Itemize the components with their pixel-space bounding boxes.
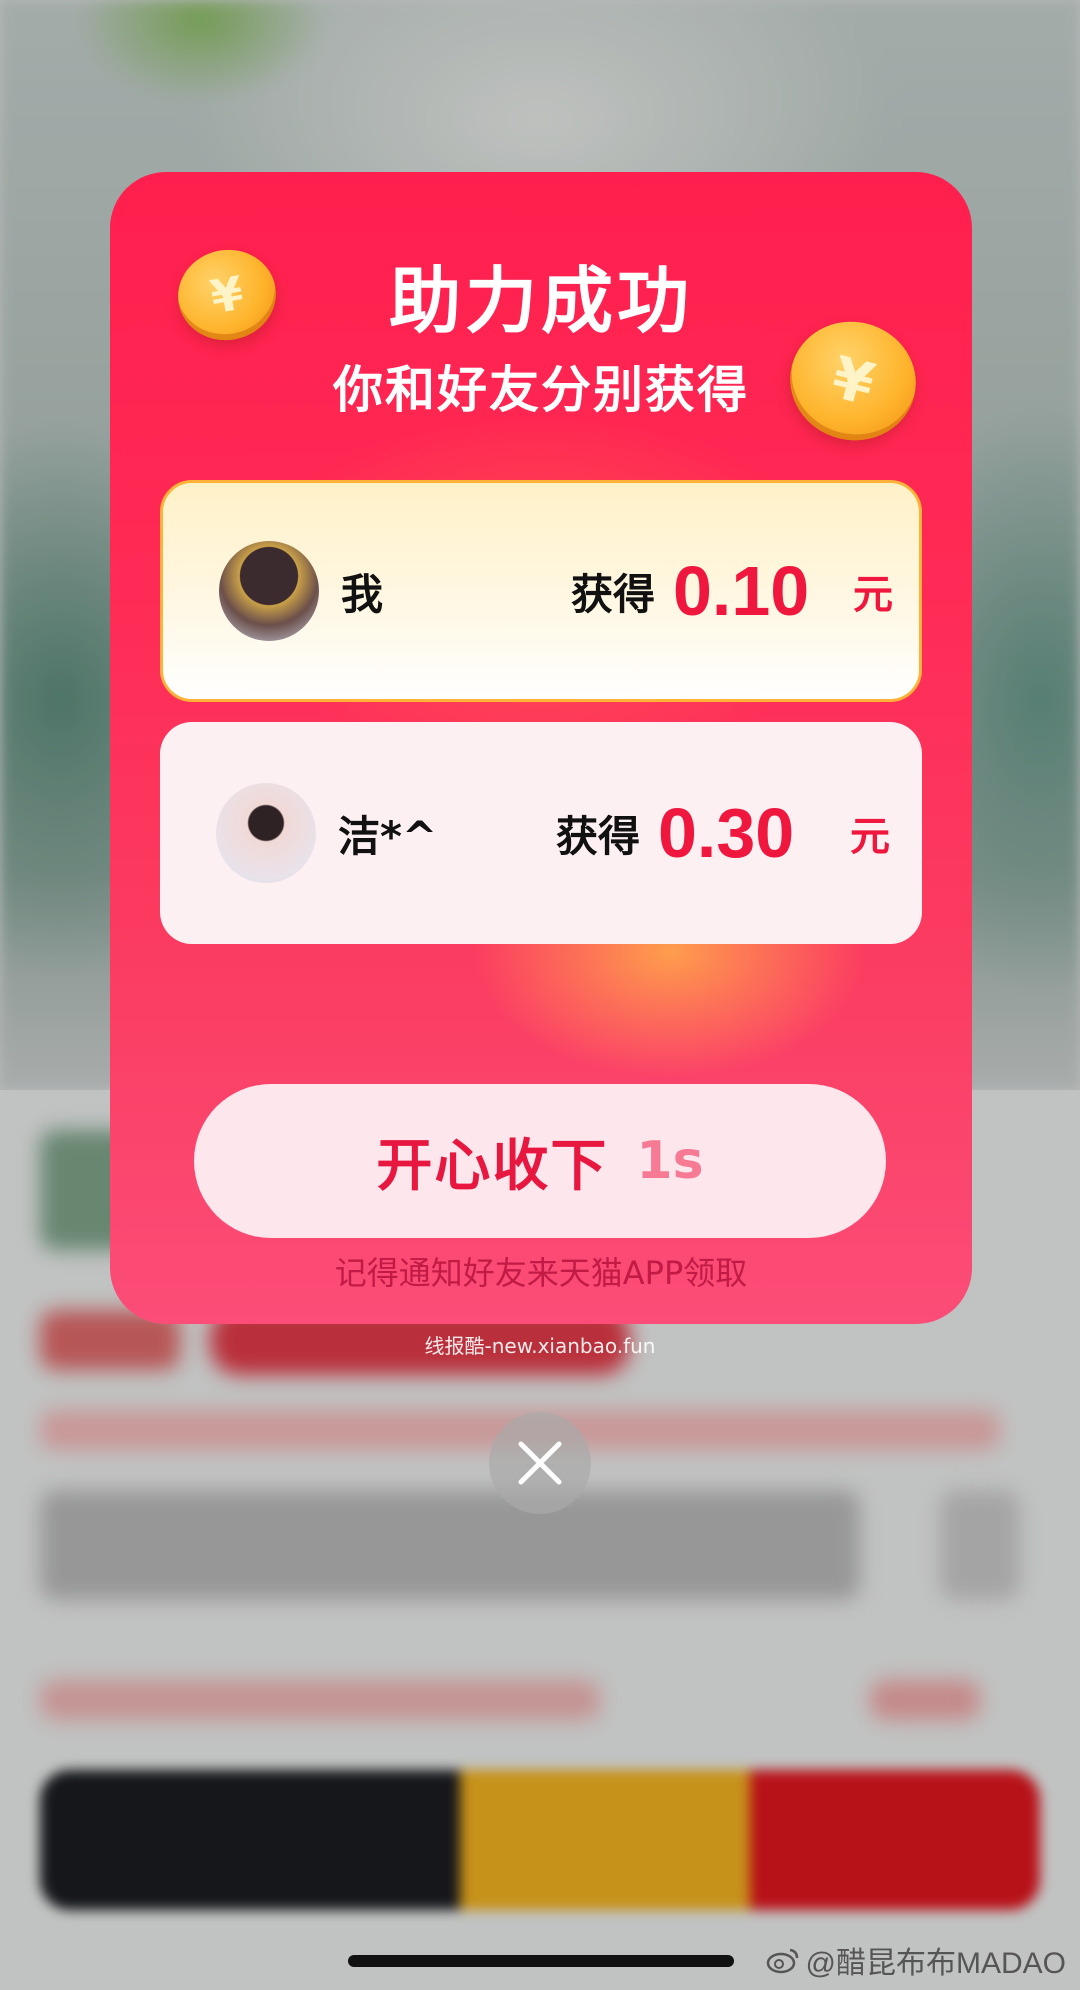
weibo-logo-icon	[766, 1948, 798, 1974]
accept-button[interactable]: 开心收下 1s	[194, 1084, 886, 1238]
popup-subtitle: 你和好友分别获得	[333, 361, 749, 419]
reward-unit: 元	[850, 814, 890, 860]
reward-row-me: 我 获得 0.10 元	[160, 480, 922, 702]
claim-reminder-text: 记得通知好友来天猫APP领取	[334, 1254, 748, 1292]
close-button[interactable]	[489, 1412, 591, 1514]
close-icon	[518, 1441, 562, 1485]
reward-row-friend: 洁*^ 获得 0.30 元	[160, 722, 922, 944]
reward-gain-label: 获得	[571, 569, 656, 619]
accept-countdown: 1s	[636, 1131, 704, 1191]
avatar	[216, 783, 316, 883]
reward-name: 洁*^	[338, 811, 438, 861]
weibo-username: @醋昆布布MADAO	[805, 1947, 1066, 1980]
reward-name: 我	[341, 569, 384, 619]
weibo-watermark: @醋昆布布MADAO	[766, 1938, 1066, 1982]
reward-gain-label: 获得	[556, 811, 641, 861]
reward-unit: 元	[853, 572, 893, 618]
assist-success-popup: ¥ ¥ 助力成功 你和好友分别获得 我 获得 0.10 元 洁*^ 获得 0.3…	[110, 172, 972, 1324]
home-indicator[interactable]	[348, 1955, 734, 1967]
accept-button-label: 开心收下	[376, 1133, 609, 1199]
watermark-text: 线报酷-new.xianbao.fun	[424, 1334, 656, 1358]
reward-amount: 0.10	[673, 552, 810, 630]
popup-title: 助力成功	[388, 259, 693, 343]
reward-amount: 0.30	[658, 794, 795, 872]
avatar	[219, 541, 319, 641]
